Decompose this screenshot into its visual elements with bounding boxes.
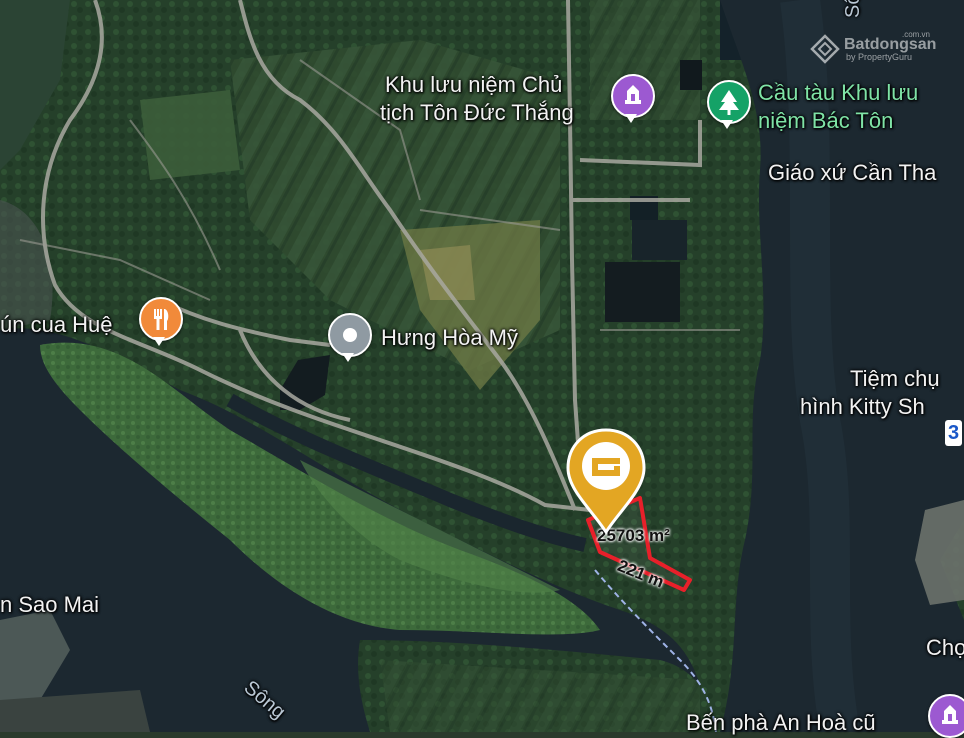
- route-badge: 3: [945, 420, 963, 446]
- river-label-top: Sông: [840, 0, 866, 18]
- batdongsan-logo-icon: [810, 34, 840, 64]
- restaurant-label: ún cua Huệ: [0, 312, 113, 337]
- ferry-poi[interactable]: [928, 694, 964, 738]
- photo-studio-label-line2: hình Kitty Sh: [800, 394, 925, 419]
- monument-icon: [942, 705, 958, 724]
- property-marker-icon[interactable]: [564, 426, 648, 536]
- fork-knife-icon: [154, 309, 169, 330]
- place-poi[interactable]: [328, 313, 372, 357]
- pier-label-line1: Cầu tàu Khu lưu: [758, 80, 919, 105]
- watermark-tld: .com.vn: [902, 30, 931, 39]
- ferry-label: Bến phà An Hoà cũ: [686, 710, 876, 735]
- pier-poi-tail: [721, 120, 733, 129]
- church-label: Giáo xứ Cần Tha: [768, 160, 937, 185]
- restaurant-poi-tail: [153, 337, 165, 346]
- pier-label-line2: niệm Bác Tôn: [758, 108, 894, 133]
- memorial-poi[interactable]: [611, 74, 655, 118]
- photo-studio-label-line1: Tiệm chụ: [850, 366, 940, 391]
- monument-icon: [625, 85, 641, 104]
- memorial-label-line1: Khu lưu niệm Chủ: [385, 72, 563, 97]
- restaurant-poi[interactable]: [139, 297, 183, 341]
- place-poi-tail: [342, 353, 354, 362]
- tree-icon: [719, 90, 739, 115]
- memorial-label-line2: tịch Tôn Đức Thắng: [380, 100, 574, 125]
- watermark-by: by PropertyGuru: [846, 52, 913, 62]
- market-label: Chợ: [926, 635, 964, 660]
- place-label: Hưng Hòa Mỹ: [381, 325, 518, 350]
- location-dot-icon: [343, 328, 357, 342]
- memorial-poi-tail: [625, 114, 637, 123]
- pier-poi[interactable]: [707, 80, 751, 124]
- watermark: Batdongsan .com.vn by PropertyGuru: [810, 30, 936, 64]
- sao-mai-label: n Sao Mai: [0, 592, 100, 617]
